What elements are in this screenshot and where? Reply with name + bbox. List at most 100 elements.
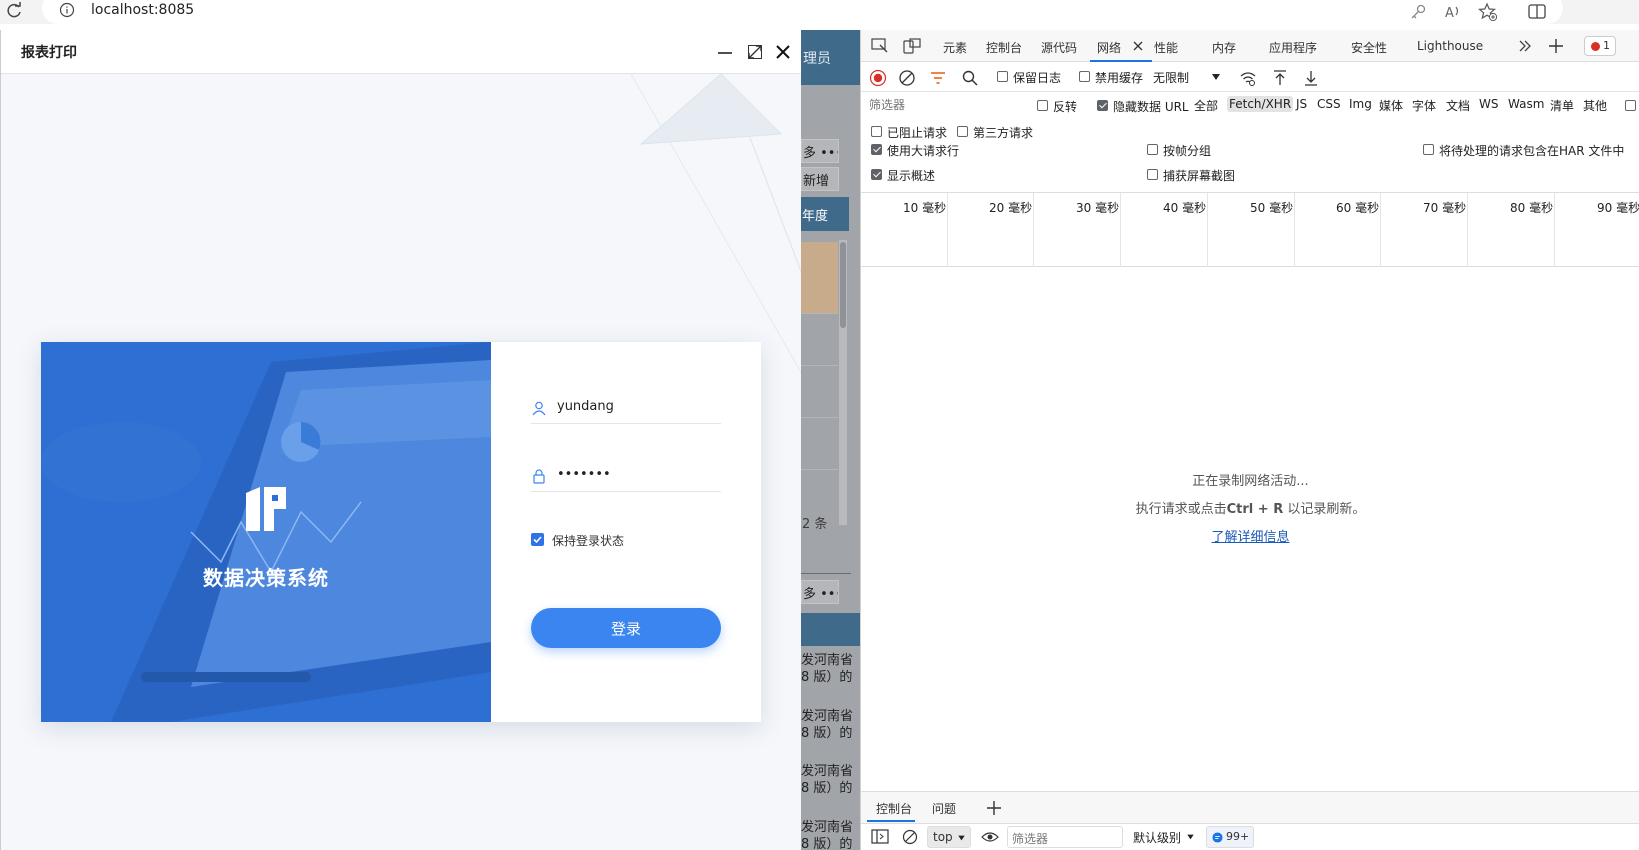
maximize-icon[interactable]: [745, 42, 765, 62]
issues-count-badge[interactable]: 99+: [1206, 826, 1254, 848]
filter-type-ws[interactable]: WS: [1477, 96, 1500, 112]
filter-icon[interactable]: [929, 69, 947, 87]
disable-cache-checkbox[interactable]: [1079, 71, 1090, 82]
search-icon[interactable]: [961, 69, 979, 87]
blocked-requests-checkbox[interactable]: [871, 126, 882, 137]
filter-type-manifest[interactable]: 清单: [1548, 96, 1576, 115]
console-filter-input[interactable]: 筛选器: [1007, 826, 1123, 848]
split-screen-icon[interactable]: [1527, 2, 1547, 22]
filter-input[interactable]: [867, 95, 1023, 115]
context-select[interactable]: top: [927, 826, 971, 848]
reload-icon[interactable]: [4, 1, 24, 21]
table-row[interactable]: [801, 313, 838, 345]
username-value[interactable]: yundang: [557, 399, 614, 414]
invert-checkbox[interactable]: [1037, 100, 1048, 111]
table-scrollbar[interactable]: [839, 240, 847, 525]
table-row[interactable]: [801, 365, 838, 397]
error-count-badge[interactable]: 1: [1584, 36, 1616, 56]
scrollbar-thumb[interactable]: [840, 242, 846, 328]
filter-type-js[interactable]: JS: [1294, 96, 1309, 112]
table-selected-row[interactable]: [801, 242, 838, 313]
third-party-checkbox[interactable]: [957, 126, 968, 137]
chevron-down-icon[interactable]: [1186, 833, 1195, 841]
tab-performance[interactable]: 性能: [1154, 39, 1178, 56]
clear-icon[interactable]: [898, 69, 916, 87]
more-filters-checkbox[interactable]: [1625, 100, 1636, 111]
clear-console-icon[interactable]: [901, 829, 919, 845]
filter-type-media[interactable]: 媒体: [1377, 96, 1405, 115]
table-row[interactable]: [801, 469, 838, 501]
more-button-2[interactable]: 多 •••: [801, 580, 839, 604]
username-field[interactable]: yundang: [531, 394, 721, 424]
chevron-down-icon[interactable]: [1211, 72, 1221, 82]
console-sidebar-icon[interactable]: [871, 829, 889, 845]
list-item[interactable]: 发河南省 8 版）的: [801, 708, 853, 742]
add-tab-icon[interactable]: [1547, 38, 1565, 54]
har-pending-label: 将待处理的请求包含在HAR 文件中: [1439, 144, 1625, 158]
read-aloud-icon[interactable]: A: [1443, 2, 1463, 22]
filter-type-other[interactable]: 其他: [1581, 96, 1609, 115]
more-tabs-icon[interactable]: [1516, 38, 1534, 54]
har-pending-checkbox[interactable]: [1423, 144, 1434, 155]
preserve-log-checkbox[interactable]: [997, 71, 1008, 82]
device-emulation-icon[interactable]: [903, 38, 921, 54]
list-item[interactable]: 发河南省 8 版）的: [801, 652, 853, 686]
capture-screenshots-checkbox[interactable]: [1147, 169, 1158, 180]
filter-type-img[interactable]: Img: [1347, 96, 1374, 112]
tab-security[interactable]: 安全性: [1351, 39, 1387, 56]
list-item[interactable]: 发河南省 8 版）的: [801, 763, 853, 797]
tab-network[interactable]: 网络: [1097, 39, 1121, 56]
timeline-tick: 10 毫秒: [903, 201, 947, 215]
password-field[interactable]: •••••••: [531, 462, 721, 492]
network-overview-timeline[interactable]: 10 毫秒 20 毫秒 30 毫秒 40 毫秒 50 毫秒 60 毫秒 70 毫…: [861, 192, 1639, 267]
more-button[interactable]: 多 •••: [801, 139, 839, 163]
filter-type-font[interactable]: 字体: [1410, 96, 1438, 115]
drawer-tab-console[interactable]: 控制台: [876, 800, 912, 817]
add-drawer-tab-icon[interactable]: [985, 800, 1003, 816]
drawer-tab-issues[interactable]: 问题: [932, 800, 956, 817]
tab-console[interactable]: 控制台: [986, 39, 1022, 56]
address-bar[interactable]: localhost:8085: [42, 0, 1563, 24]
table-column-header: 年度: [801, 197, 849, 231]
close-icon[interactable]: [773, 42, 793, 62]
filter-type-all[interactable]: 全部: [1192, 96, 1220, 115]
log-level-select[interactable]: 默认级别: [1133, 829, 1181, 846]
preserve-log-label: 保留日志: [1013, 71, 1062, 85]
big-rows-checkbox[interactable]: [871, 144, 882, 155]
filter-type-wasm[interactable]: Wasm: [1506, 96, 1546, 112]
network-conditions-icon[interactable]: [1239, 69, 1257, 87]
live-expression-eye-icon[interactable]: [981, 829, 999, 845]
add-button[interactable]: 新增: [801, 167, 839, 191]
tab-lighthouse[interactable]: Lighthouse: [1417, 39, 1483, 53]
login-button[interactable]: 登录: [531, 608, 721, 648]
tab-memory[interactable]: 内存: [1212, 39, 1236, 56]
password-value[interactable]: •••••••: [557, 467, 611, 482]
filter-type-doc[interactable]: 文档: [1444, 96, 1472, 115]
background-app-header-text: 理员: [803, 51, 831, 67]
hide-data-urls-checkbox[interactable]: [1097, 100, 1108, 111]
inspect-element-icon[interactable]: [871, 38, 889, 54]
favorites-add-icon[interactable]: [1478, 2, 1498, 22]
minimize-icon[interactable]: [715, 42, 735, 62]
export-har-icon[interactable]: [1302, 69, 1320, 87]
record-stop-icon[interactable]: [869, 69, 887, 87]
tab-sources[interactable]: 源代码: [1041, 39, 1077, 56]
close-tab-icon[interactable]: [1132, 40, 1144, 52]
list-item[interactable]: 发河南省 8 版）的: [801, 819, 853, 850]
import-har-icon[interactable]: [1271, 69, 1289, 87]
url-text[interactable]: localhost:8085: [91, 2, 194, 18]
tab-elements[interactable]: 元素: [943, 39, 967, 56]
tab-application[interactable]: 应用程序: [1269, 39, 1317, 56]
checkbox-checked-icon[interactable]: [531, 533, 544, 546]
throttling-select[interactable]: 无限制: [1153, 69, 1189, 86]
recording-status: 正在录制网络活动...: [1192, 474, 1309, 489]
password-key-icon[interactable]: [1408, 2, 1428, 22]
site-info-icon[interactable]: [59, 2, 75, 18]
timeline-tick: 70 毫秒: [1423, 201, 1467, 215]
table-row[interactable]: [801, 417, 838, 449]
group-by-frame-checkbox[interactable]: [1147, 144, 1158, 155]
show-overview-checkbox[interactable]: [871, 169, 882, 180]
learn-more-link[interactable]: 了解详细信息: [1211, 526, 1289, 545]
filter-type-css[interactable]: CSS: [1315, 96, 1343, 112]
filter-type-fetch-xhr[interactable]: Fetch/XHR: [1227, 96, 1294, 112]
